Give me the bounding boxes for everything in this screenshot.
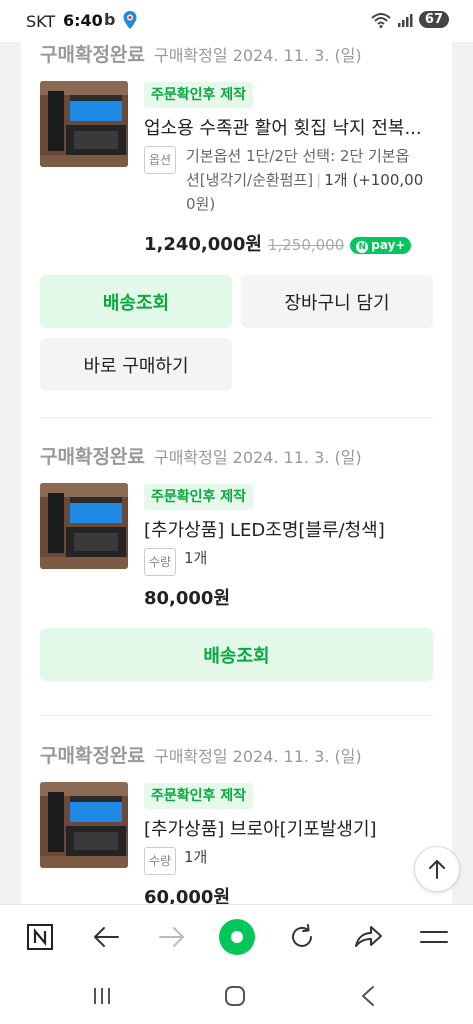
original-price: 1,250,000 bbox=[267, 236, 345, 254]
recent-apps-button[interactable] bbox=[84, 980, 120, 1012]
forward-button[interactable] bbox=[154, 919, 190, 955]
product-name[interactable]: [추가상품] 브로아[기포발생기] bbox=[144, 815, 436, 841]
divider bbox=[40, 417, 433, 418]
refresh-icon bbox=[292, 924, 312, 947]
green-dot-icon bbox=[219, 919, 255, 955]
quantity-tag: 수량 bbox=[144, 548, 177, 576]
option-tag: 옵션 bbox=[144, 146, 177, 174]
made-to-order-badge: 주문확인후 제작 bbox=[144, 484, 254, 510]
npay-plus-badge: Npay+ bbox=[350, 236, 412, 254]
green-dot-button[interactable] bbox=[218, 918, 256, 956]
quantity-value: 1개 bbox=[184, 848, 208, 866]
separator: | bbox=[316, 171, 322, 189]
product-thumbnail[interactable] bbox=[40, 483, 128, 569]
naver-n-icon: N bbox=[356, 240, 369, 253]
system-navigation-bar bbox=[0, 968, 473, 1024]
arrow-up-icon bbox=[429, 860, 445, 879]
order-header: 구매확정완료 구매확정일 2024. 11. 3. (일) bbox=[40, 741, 362, 768]
buy-now-button[interactable]: 바로 구매하기 bbox=[40, 338, 232, 391]
sale-price: 1,240,000원 bbox=[144, 234, 262, 255]
chevron-left-icon bbox=[362, 986, 374, 1006]
divider bbox=[40, 715, 433, 716]
option-text: 기본옵션 1단/2단 선택: 2단 기본옵 션[냉각기/순환펌프] | 1개 (+1… bbox=[186, 144, 438, 216]
npay-label: pay+ bbox=[371, 237, 406, 252]
made-to-order-badge: 주문확인후 제작 bbox=[144, 783, 254, 809]
app-b-icon: b bbox=[104, 10, 116, 29]
product-name[interactable]: 업소용 수족관 활어 횟집 낙지 전복... bbox=[144, 114, 436, 140]
product-thumbnail[interactable] bbox=[40, 81, 128, 167]
confirm-date: 구매확정일 2024. 11. 3. (일) bbox=[153, 448, 362, 467]
home-square-icon bbox=[225, 986, 245, 1006]
refresh-button[interactable] bbox=[284, 919, 320, 955]
add-to-cart-button[interactable]: 장바구니 담기 bbox=[241, 275, 433, 328]
track-delivery-button[interactable]: 배송조회 bbox=[40, 275, 232, 328]
location-pin-icon bbox=[123, 11, 137, 29]
arrow-left-icon bbox=[94, 927, 119, 947]
signal-icon bbox=[397, 13, 413, 27]
order-list: 구매확정완료 구매확정일 2024. 11. 3. (일) 주문확인후 제작 업… bbox=[21, 36, 452, 904]
share-button[interactable] bbox=[350, 919, 386, 955]
product-quantity: 수량 1개 bbox=[144, 546, 444, 576]
order-header: 구매확정완료 구매확정일 2024. 11. 3. (일) bbox=[40, 442, 362, 469]
product-name[interactable]: [추가상품] LED조명[블루/청색] bbox=[144, 516, 436, 542]
arrow-right-icon bbox=[159, 927, 184, 947]
order-status: 구매확정완료 bbox=[40, 44, 145, 66]
option-line: 션[냉각기/순환펌프] | 1개 (+100,00 bbox=[186, 168, 438, 192]
naver-n-icon bbox=[27, 924, 53, 950]
made-to-order-badge: 주문확인후 제작 bbox=[144, 82, 254, 108]
browser-toolbar bbox=[0, 904, 473, 968]
price-row: 1,240,000원 1,250,000 Npay+ bbox=[144, 230, 412, 256]
confirm-date: 구매확정일 2024. 11. 3. (일) bbox=[153, 46, 362, 65]
product-thumbnail[interactable] bbox=[40, 782, 128, 868]
order-header: 구매확정완료 구매확정일 2024. 11. 3. (일) bbox=[40, 40, 362, 67]
home-button[interactable] bbox=[217, 980, 253, 1012]
carrier-label: SKT bbox=[26, 12, 56, 31]
product-option: 옵션 기본옵션 1단/2단 선택: 2단 기본옵 션[냉각기/순환펌프] | 1개 … bbox=[144, 144, 444, 222]
option-line-part: 션[냉각기/순환펌프] bbox=[186, 171, 314, 189]
back-button[interactable] bbox=[88, 919, 124, 955]
back-nav-button[interactable] bbox=[350, 980, 386, 1012]
option-quantity: 1개 (+100,00 bbox=[324, 171, 424, 189]
battery-indicator: 67 bbox=[418, 11, 449, 28]
quantity-value: 1개 bbox=[184, 549, 208, 567]
quantity-tag: 수량 bbox=[144, 847, 177, 875]
scroll-to-top-button[interactable] bbox=[414, 846, 460, 892]
option-line: 기본옵션 1단/2단 선택: 2단 기본옵 bbox=[186, 147, 410, 165]
order-status: 구매확정완료 bbox=[40, 745, 145, 767]
sale-price: 80,000원 bbox=[144, 588, 231, 609]
product-quantity: 수량 1개 bbox=[144, 845, 444, 875]
menu-button[interactable] bbox=[416, 919, 452, 955]
recent-apps-icon bbox=[94, 988, 110, 1004]
naver-home-button[interactable] bbox=[22, 919, 58, 955]
hamburger-menu-icon bbox=[420, 931, 448, 943]
wifi-icon bbox=[371, 12, 391, 28]
share-arrow-icon bbox=[355, 926, 382, 947]
clock: 6:40 bbox=[63, 11, 103, 30]
order-status: 구매확정완료 bbox=[40, 446, 145, 468]
sale-price: 60,000원 bbox=[144, 887, 231, 904]
confirm-date: 구매확정일 2024. 11. 3. (일) bbox=[153, 747, 362, 766]
track-delivery-button[interactable]: 배송조회 bbox=[40, 628, 433, 681]
option-line: 0원) bbox=[186, 195, 216, 213]
